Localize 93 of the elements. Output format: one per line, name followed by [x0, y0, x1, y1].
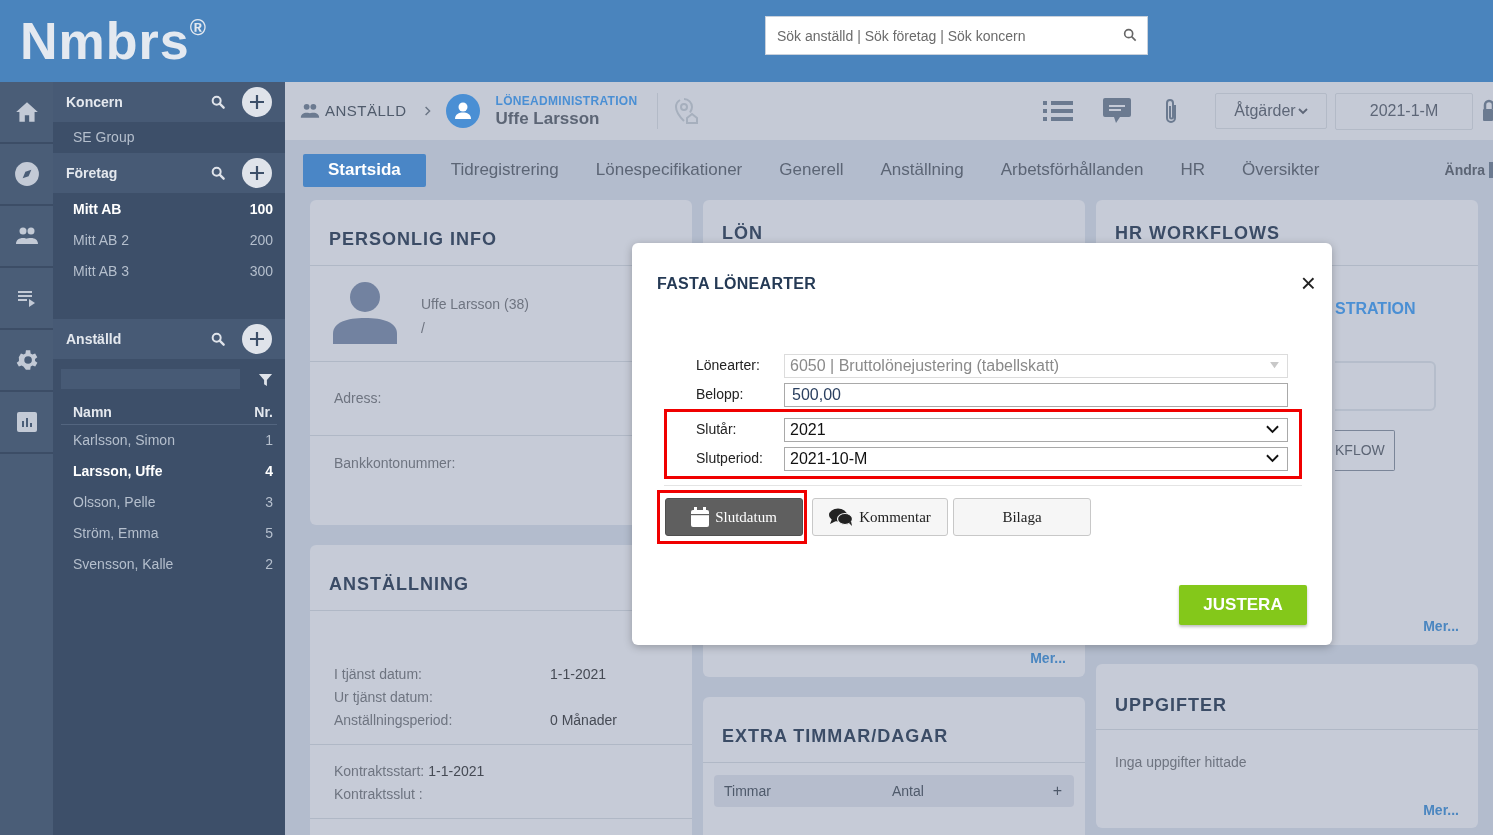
person-name: Uffe Larsson (38): [421, 295, 529, 314]
chat-icon[interactable]: [1102, 97, 1132, 125]
workflow-button[interactable]: KFLOW: [1335, 430, 1395, 471]
employee-row[interactable]: Larsson, Uffe 4: [53, 456, 285, 487]
card-title: ANSTÄLLNING: [329, 575, 470, 593]
module-title: STRATION: [1335, 301, 1417, 317]
field-label: Bankkontonummer:: [334, 453, 456, 473]
person-silhouette-icon: [333, 282, 397, 344]
caret-icon: [1270, 362, 1279, 369]
person-subtitle: /: [421, 319, 426, 338]
field-label: Slutår:: [695, 420, 738, 439]
add-icon[interactable]: [242, 158, 272, 188]
more-link[interactable]: Mer...: [1030, 648, 1066, 669]
field-value: 1-1-2021: [428, 762, 485, 781]
employee-row[interactable]: Karlsson, Simon 1: [53, 425, 285, 456]
search-icon[interactable]: [1122, 27, 1138, 43]
card-title: EXTRA TIMMAR/DAGAR: [722, 727, 950, 745]
search-icon[interactable]: [210, 94, 226, 110]
logo: Nmbrs®: [20, 15, 206, 67]
submit-button[interactable]: JUSTERA: [1179, 585, 1307, 625]
compass-icon[interactable]: [13, 161, 40, 187]
search-field[interactable]: Sök anställd | Sök företag | Sök koncern: [765, 16, 1148, 55]
list-icon[interactable]: [1043, 100, 1073, 122]
field-label: Slutperiod:: [695, 449, 764, 468]
field-label: Ur tjänst datum:: [334, 688, 434, 707]
edit-link[interactable]: Ändra: [1444, 159, 1485, 181]
chat-icon: [829, 508, 854, 526]
tab[interactable]: Arbetsförhållanden: [1000, 153, 1144, 187]
paperclip-icon[interactable]: [1163, 97, 1179, 125]
search-icon[interactable]: [210, 331, 226, 347]
close-button[interactable]: ×: [1300, 270, 1316, 296]
dialog-title: FASTA LÖNEARTER: [657, 276, 818, 292]
card-title: LÖN: [722, 224, 764, 242]
caret-icon: [1297, 107, 1308, 115]
column-header: Namn: [73, 403, 113, 422]
sidebar-item[interactable]: Mitt AB 2 200: [53, 225, 285, 256]
amount-field[interactable]: 500,00: [784, 382, 1288, 407]
tab[interactable]: Startsida: [303, 153, 426, 187]
dropdown[interactable]: 2021: [784, 417, 1288, 442]
section-title: Anställd: [66, 329, 123, 349]
chevron-right-icon: [423, 105, 432, 117]
field-label: Anställningsperiod:: [334, 711, 454, 730]
more-link[interactable]: Mer...: [1423, 616, 1459, 637]
section-title: Företag: [66, 163, 119, 183]
sidebar-item[interactable]: Mitt AB 3 300: [53, 256, 285, 287]
card-title: PERSONLIG INFO: [329, 230, 498, 248]
field-label: Lönearter:: [695, 356, 761, 375]
employee-row[interactable]: Ström, Emma 5: [53, 518, 285, 549]
tab[interactable]: Anställning: [880, 153, 964, 187]
tab[interactable]: Översikter: [1242, 153, 1320, 187]
field-label: Adress:: [334, 389, 382, 408]
add-icon[interactable]: [242, 87, 272, 117]
sidebar-item[interactable]: Mitt AB 100: [53, 194, 285, 225]
field-label: Kontraktsslut :: [334, 785, 423, 804]
empty-message: Inga uppgifter hittade: [1114, 753, 1248, 772]
more-link[interactable]: Mer...: [1423, 800, 1459, 821]
filter-icon[interactable]: [258, 371, 273, 387]
dialog-tab-button[interactable]: Kommentar: [812, 498, 948, 536]
chevron-down-icon: [1266, 425, 1279, 434]
section-title: Koncern: [66, 92, 124, 112]
card-title: HR WORKFLOWS: [1115, 224, 1281, 242]
add-row-button[interactable]: +: [1052, 779, 1062, 803]
tab[interactable]: Generell: [779, 153, 844, 187]
tab[interactable]: Lönespecifikationer: [595, 153, 743, 187]
dialog-tab-button[interactable]: Bilaga: [953, 498, 1091, 536]
employee-name: Uffe Larsson: [495, 110, 601, 127]
period-selector[interactable]: 2021-1-M: [1335, 92, 1473, 130]
dropdown[interactable]: 2021-10-M: [784, 446, 1288, 471]
breadcrumb-link[interactable]: ANSTÄLLD: [325, 99, 407, 123]
column-header: Antal: [892, 781, 925, 801]
actions-dropdown[interactable]: Åtgärder: [1215, 93, 1327, 129]
tab[interactable]: Tidregistrering: [450, 153, 559, 187]
bar-chart-icon[interactable]: [14, 410, 39, 434]
sidebar-item[interactable]: SE Group: [53, 122, 285, 153]
field-label: Kontraktsstart:: [334, 762, 425, 781]
column-header: Nr.: [254, 403, 273, 422]
search-icon[interactable]: [210, 165, 226, 181]
field-value: 0 Månader: [550, 711, 617, 730]
tab[interactable]: HR: [1180, 153, 1205, 187]
column-header: Timmar: [724, 781, 772, 801]
field-label: Belopp:: [695, 385, 745, 404]
add-icon[interactable]: [242, 324, 272, 354]
employee-row[interactable]: Svensson, Kalle 2: [53, 549, 285, 580]
calendar-icon: [691, 507, 710, 527]
employee-row[interactable]: Olsson, Pelle 3: [53, 487, 285, 518]
chevron-down-icon: [1266, 454, 1279, 463]
card-title: UPPGIFTER: [1115, 696, 1228, 714]
field-label: I tjänst datum:: [334, 665, 423, 684]
dialog-tab-button[interactable]: Slutdatum: [665, 498, 803, 536]
field-value: 1-1-2021: [550, 665, 607, 684]
avatar-icon: [445, 94, 480, 128]
people-icon: [298, 101, 322, 121]
module-label: LÖNEADMINISTRATION: [495, 95, 638, 107]
